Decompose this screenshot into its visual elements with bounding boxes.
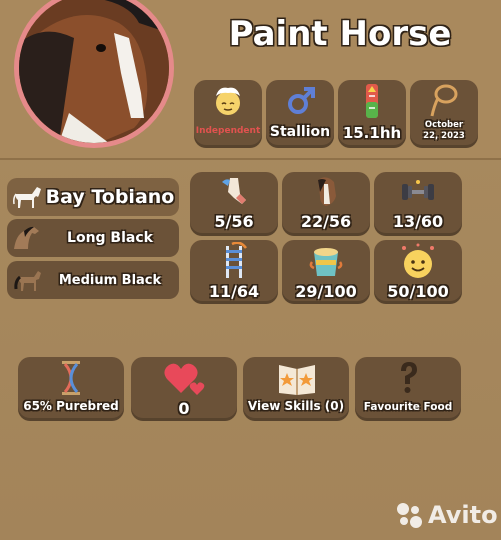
avito-watermark-text: Avito [428,501,498,529]
purebred-label: 65% Purebred [23,399,119,413]
hearts-icon [164,363,205,395]
temperament-badge[interactable]: Independent [194,80,262,148]
temperament-label: Independent [195,126,261,136]
stamina-value: 22/56 [300,212,352,231]
feed-bucket-icon [309,248,343,276]
view-skills-button[interactable]: View Skills (0) [243,357,349,421]
gender-badge[interactable]: Stallion [266,80,334,148]
stat-hunger: 29/100 [282,240,370,304]
skill-book-icon [279,365,315,395]
height-ruler-icon [366,84,378,118]
question-mark-icon [401,362,417,393]
height-badge[interactable]: 15.1hh [338,80,406,148]
tail-horse-icon [14,271,41,291]
lasso-icon [430,84,458,117]
love-count: 0 [178,399,190,418]
stat-stamina: 22/56 [282,172,370,236]
coat-color-row[interactable]: Bay Tobiano [7,178,179,216]
coat-color-label: Bay Tobiano [45,186,175,208]
mane-color-label: Long Black [67,230,153,246]
speed-value: 5/56 [214,212,254,231]
stat-strength: 13/60 [374,172,462,236]
horse-portrait-image [19,0,169,143]
horseshoe-leg-icon [222,178,246,204]
love-button[interactable]: 0 [131,357,237,421]
breed-title: Paint Horse [228,14,452,54]
male-symbol-icon [288,87,315,114]
white-horse-icon [13,187,41,208]
favourite-food-button[interactable]: Favourite Food [355,357,461,421]
birthday-badge[interactable]: October 22, 2023 [410,80,478,148]
happiness-value: 50/100 [387,282,449,301]
dumbbell-icon [402,180,434,200]
avito-watermark: Avito [394,498,498,532]
stat-jump: 11/64 [190,240,278,304]
mane-color-row[interactable]: Long Black [7,219,179,257]
view-skills-label: View Skills (0) [247,399,345,413]
stat-speed: 5/56 [190,172,278,236]
height-label: 15.1hh [342,124,402,142]
dna-hourglass-icon [62,361,80,395]
purebred-button[interactable]: 65% Purebred [18,357,124,421]
ladder-jump-icon [226,242,247,278]
strength-value: 13/60 [392,212,444,231]
avito-logo-icon [397,503,422,528]
favourite-food-label: Favourite Food [363,401,453,413]
calm-face-icon [216,87,240,115]
happy-face-icon [402,243,434,278]
horse-head-icon [318,177,336,206]
horse-info-panel: Paint Horse Independent Stallion 15.1hh [0,0,501,540]
gender-label: Stallion [269,124,331,140]
tail-color-label: Medium Black [58,272,162,288]
birthday-label: October 22, 2023 [423,120,465,141]
hunger-value: 29/100 [295,282,357,301]
tail-color-row[interactable]: Medium Black [7,261,179,299]
jump-value: 11/64 [208,282,260,301]
mane-horse-icon [14,226,39,249]
stat-happiness: 50/100 [374,240,462,304]
